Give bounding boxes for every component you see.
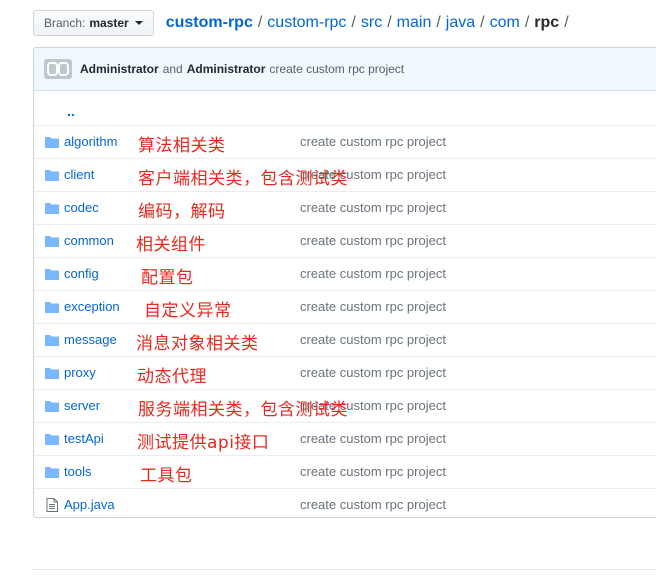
file-name-link[interactable]: server	[64, 398, 100, 413]
breadcrumb-link[interactable]: main	[397, 14, 432, 32]
breadcrumb-current: rpc	[534, 14, 560, 31]
file-list: Administrator and Administrator create c…	[33, 47, 656, 518]
chevron-down-icon	[134, 21, 143, 25]
folder-icon	[45, 467, 59, 478]
commit-committer[interactable]: Administrator	[187, 62, 266, 76]
folder-icon	[45, 368, 59, 379]
file-row[interactable]: config create custom rpc project 配置包	[34, 257, 656, 290]
commit-message[interactable]: create custom rpc project	[269, 62, 404, 76]
file-row[interactable]: server create custom rpc project 服务端相关类，包含…	[34, 389, 656, 422]
parent-directory-link[interactable]: ..	[67, 103, 75, 119]
file-commit-message[interactable]: create custom rpc project	[300, 233, 446, 248]
file-row[interactable]: exception create custom rpc project 自定义异常	[34, 290, 656, 323]
folder-icon	[45, 203, 59, 214]
divider	[33, 569, 656, 570]
breadcrumb: custom-rpc / custom-rpc / src / main / j…	[166, 14, 574, 32]
file-commit-message[interactable]: create custom rpc project	[300, 200, 446, 215]
file-row[interactable]: client create custom rpc project 客户端相关类，包含…	[34, 158, 656, 191]
commit-author[interactable]: Administrator	[80, 62, 159, 76]
annotation-text: 相关组件	[136, 235, 206, 255]
file-icon	[46, 498, 58, 512]
file-name-link[interactable]: tools	[64, 464, 91, 479]
latest-commit-bar: Administrator and Administrator create c…	[34, 48, 656, 91]
file-commit-message[interactable]: create custom rpc project	[300, 464, 446, 479]
breadcrumb-separator: /	[524, 14, 530, 31]
file-name-link[interactable]: exception	[64, 299, 120, 314]
file-commit-message[interactable]: create custom rpc project	[300, 266, 446, 281]
file-name-link[interactable]: message	[64, 332, 117, 347]
annotation-text: 工具包	[140, 466, 193, 486]
file-row[interactable]: codec create custom rpc project 编码，解码	[34, 191, 656, 224]
breadcrumb-link[interactable]: com	[490, 14, 520, 32]
parent-directory-row: ..	[34, 91, 656, 125]
folder-icon	[45, 434, 59, 445]
branch-select-button[interactable]: Branch: master	[33, 10, 154, 36]
file-name-link[interactable]: common	[64, 233, 114, 248]
file-commit-message[interactable]: create custom rpc project	[300, 134, 446, 149]
file-row[interactable]: algorithm create custom rpc project 算法相关类	[34, 125, 656, 158]
file-name-link[interactable]: config	[64, 266, 99, 281]
file-commit-message[interactable]: create custom rpc project	[300, 497, 446, 512]
annotation-text: 编码，解码	[138, 202, 226, 222]
file-row[interactable]: proxy create custom rpc project 动态代理	[34, 356, 656, 389]
file-commit-message[interactable]: create custom rpc project	[300, 299, 446, 314]
file-name-link[interactable]: App.java	[64, 497, 115, 512]
file-name-link[interactable]: client	[64, 167, 94, 182]
annotation-text: 测试提供api接口	[137, 433, 270, 453]
annotation-text: 动态代理	[137, 367, 207, 387]
branch-value: master	[89, 16, 129, 30]
annotation-text: 消息对象相关类	[136, 334, 259, 354]
branch-label: Branch:	[44, 16, 86, 30]
folder-icon	[45, 137, 59, 148]
breadcrumb-link[interactable]: src	[361, 14, 382, 32]
annotation-text: 配置包	[141, 268, 194, 288]
folder-icon	[45, 269, 59, 280]
annotation-text: 自定义异常	[144, 301, 232, 321]
breadcrumb-separator: /	[436, 14, 441, 31]
breadcrumb-separator: /	[387, 14, 392, 31]
annotation-text: 服务端相关类，包含测试类	[138, 400, 348, 420]
breadcrumb-separator: /	[351, 14, 356, 31]
file-commit-message[interactable]: create custom rpc project	[300, 431, 446, 446]
folder-icon	[45, 401, 59, 412]
commit-and-text: and	[162, 62, 183, 76]
folder-icon	[45, 302, 59, 313]
file-commit-message[interactable]: create custom rpc project	[300, 365, 446, 380]
file-row[interactable]: App.java create custom rpc project	[34, 488, 656, 517]
file-commit-message[interactable]: create custom rpc project	[300, 332, 446, 347]
breadcrumb-repo-link[interactable]: custom-rpc	[166, 14, 253, 32]
folder-icon	[45, 236, 59, 247]
file-name-link[interactable]: proxy	[64, 365, 96, 380]
folder-icon	[45, 335, 59, 346]
folder-icon	[45, 170, 59, 181]
file-name-link[interactable]: codec	[64, 200, 99, 215]
breadcrumb-link[interactable]: custom-rpc	[267, 14, 346, 32]
file-name-link[interactable]: algorithm	[64, 134, 117, 149]
annotation-text: 客户端相关类，包含测试类	[138, 169, 348, 189]
repo-header: Branch: master custom-rpc / custom-rpc /…	[33, 9, 574, 37]
file-row[interactable]: common create custom rpc project 相关组件	[34, 224, 656, 257]
annotation-text: 算法相关类	[138, 136, 226, 156]
breadcrumb-separator: /	[257, 14, 263, 31]
breadcrumb-link[interactable]: java	[446, 14, 475, 32]
file-row[interactable]: testApi create custom rpc project 测试提供api接…	[34, 422, 656, 455]
file-row[interactable]: message create custom rpc project 消息对象相关类	[34, 323, 656, 356]
avatar-icon[interactable]	[44, 59, 72, 79]
breadcrumb-separator: /	[480, 14, 485, 31]
file-name-link[interactable]: testApi	[64, 431, 104, 446]
breadcrumb-separator: /	[564, 14, 569, 31]
file-row[interactable]: tools create custom rpc project 工具包	[34, 455, 656, 488]
